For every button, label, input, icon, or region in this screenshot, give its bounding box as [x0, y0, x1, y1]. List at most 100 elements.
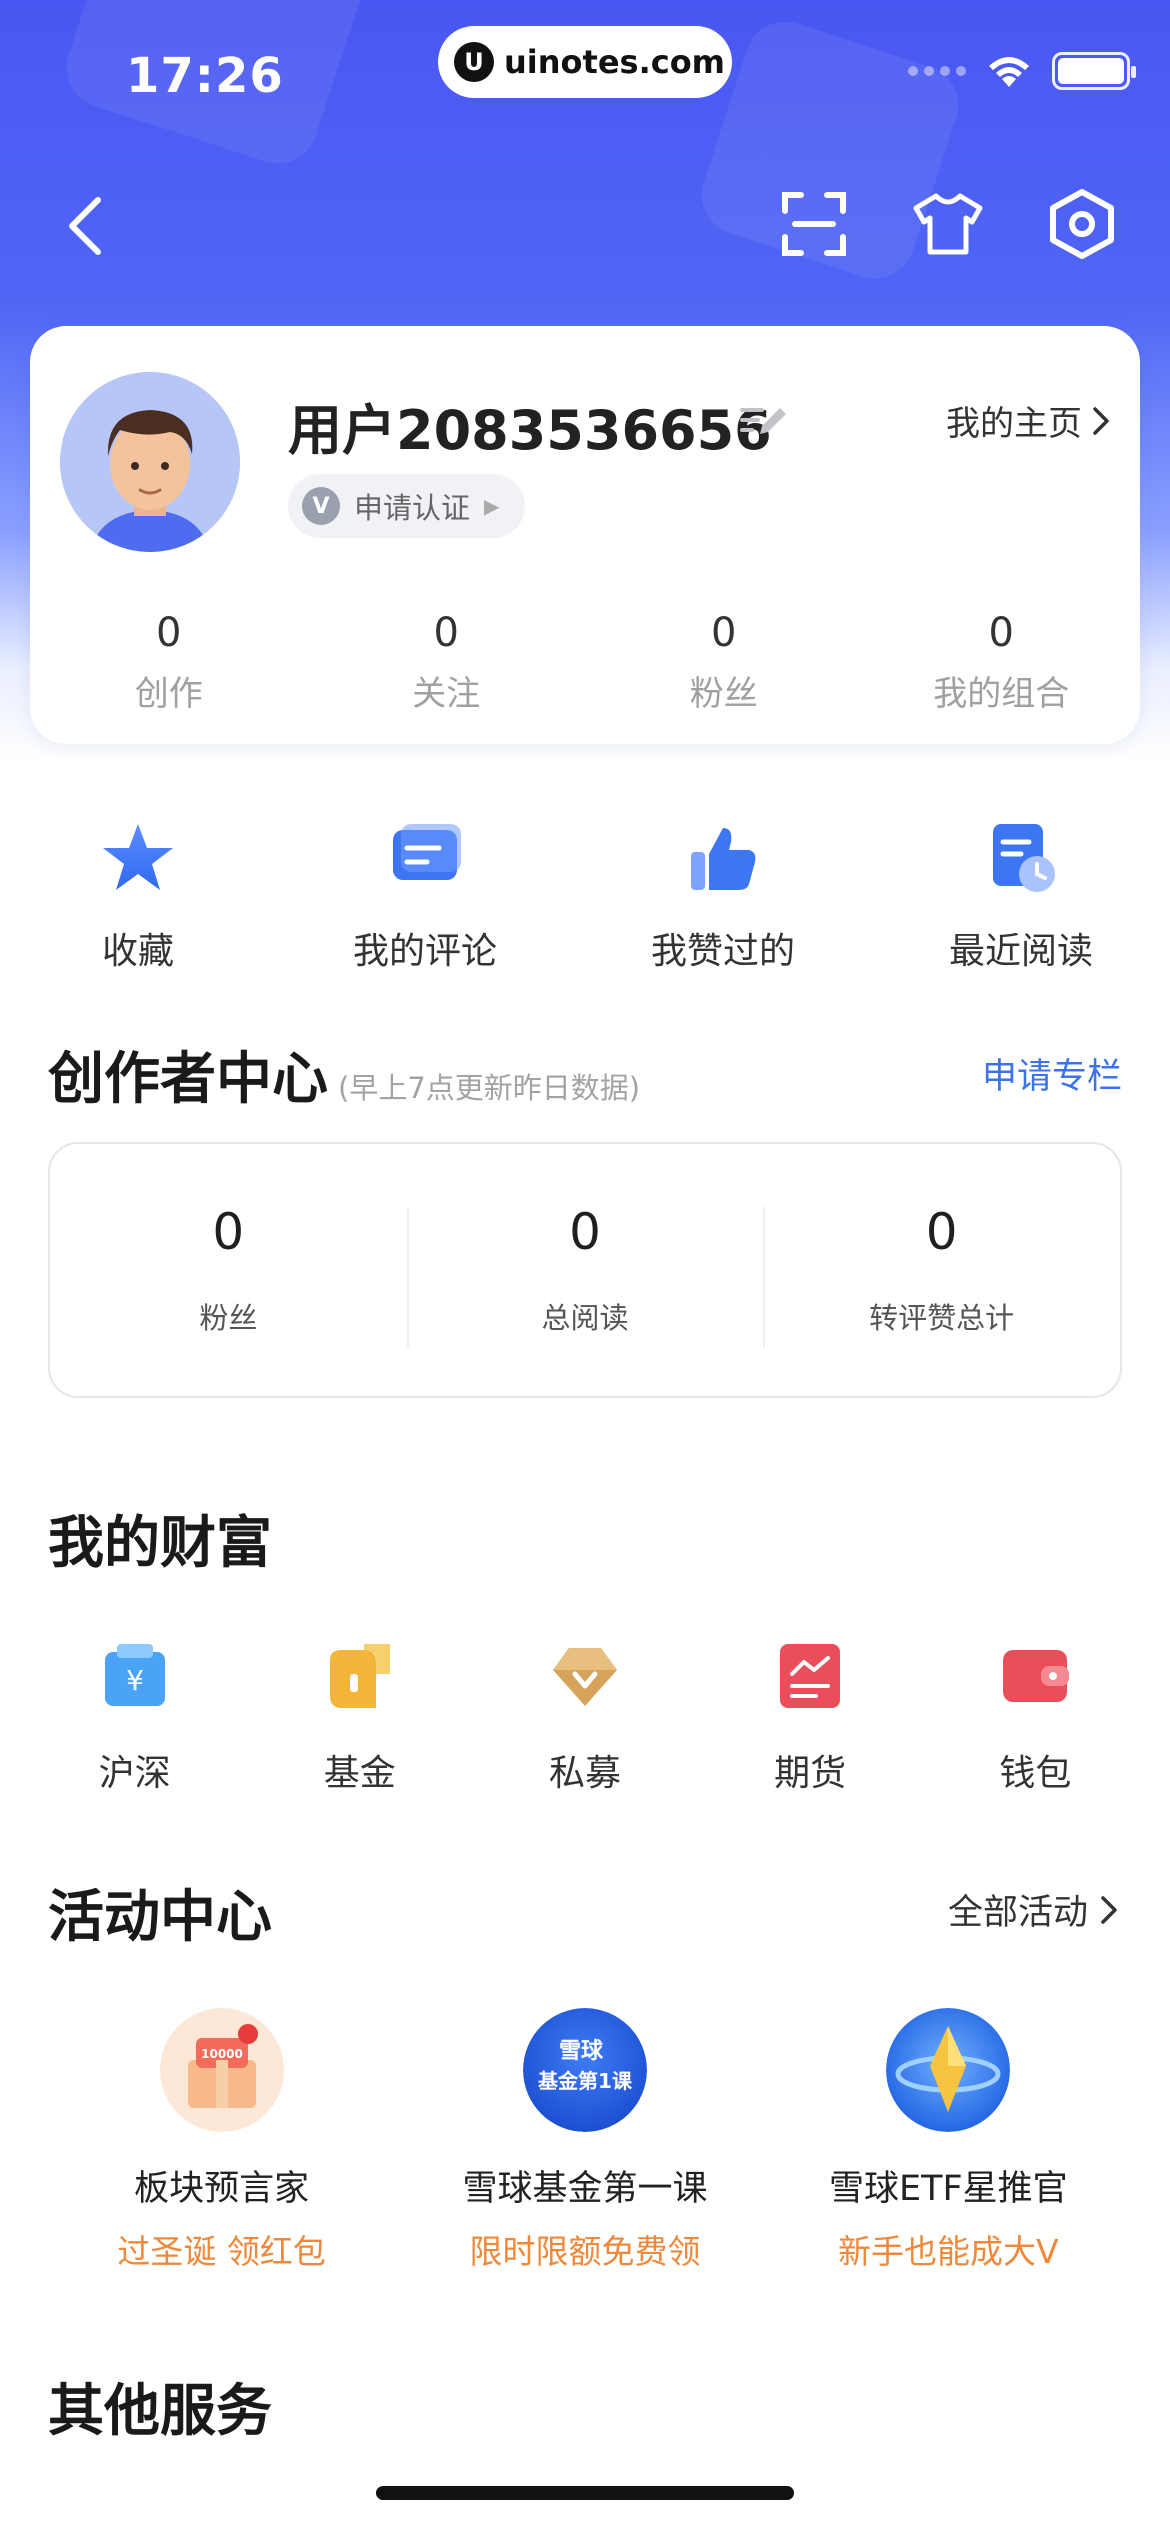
apply-verification-label: 申请认证 — [354, 491, 471, 525]
creator-stat-value: 0 — [569, 1203, 601, 1261]
wealth-label: 沪深 — [98, 1753, 171, 1794]
activity-title: 雪球ETF星推官 — [828, 2169, 1068, 2209]
activity-title: 雪球基金第一课 — [462, 2169, 708, 2209]
creator-center-title: 创作者中心 (早上7点更新昨日数据) — [48, 1034, 640, 1115]
apply-column-link[interactable]: 申请专栏 — [982, 1048, 1122, 1099]
quick-liked[interactable]: 我赞过的 — [574, 820, 872, 974]
stat-value: 0 — [988, 610, 1014, 656]
wealth-wallet[interactable]: 钱包 — [935, 1640, 1135, 1796]
creator-stat-label: 粉丝 — [199, 1301, 258, 1335]
wifi-icon — [989, 57, 1029, 87]
stat-value: 0 — [433, 610, 459, 656]
edit-pencil-icon[interactable] — [738, 400, 788, 440]
quick-label: 我的评论 — [352, 931, 497, 972]
activity-title: 板块预言家 — [134, 2169, 310, 2209]
activity-subtitle: 过圣诞 领红包 — [117, 2232, 326, 2271]
fund-icon — [329, 1644, 390, 1708]
profile-card: 用户2083536656 我的主页 V 申请认证 ▶ 0 创作 0 关注 0 粉… — [30, 326, 1140, 744]
wealth-label: 钱包 — [999, 1753, 1072, 1794]
wealth-items: ¥ 沪深 基金 私募 期货 钱包 — [0, 1640, 1170, 1796]
wealth-private-fund[interactable]: 私募 — [485, 1640, 685, 1796]
activity-image-text: 雪球 — [559, 2039, 604, 2064]
quick-recent-read[interactable]: 最近阅读 — [872, 820, 1170, 974]
theme-shirt-icon[interactable] — [912, 188, 984, 260]
stat-label: 我的组合 — [933, 674, 1070, 714]
creator-stat-value: 0 — [212, 1203, 245, 1261]
all-activities-link[interactable]: 全部活动 — [948, 1884, 1118, 1935]
quick-favorites[interactable]: 收藏 — [0, 820, 276, 974]
quick-label: 收藏 — [101, 931, 174, 972]
scan-icon[interactable] — [778, 188, 850, 260]
uinotes-logo-icon: U — [454, 42, 494, 82]
stat-value: 0 — [156, 610, 182, 656]
settings-gear-icon[interactable] — [1046, 188, 1118, 260]
yuan-bag-icon: ¥ — [104, 1644, 165, 1706]
profile-stats: 0 创作 0 关注 0 粉丝 0 我的组合 — [30, 610, 1140, 715]
comment-icon — [393, 824, 461, 880]
activity-fund-lesson-image: 雪球 基金第1课 — [522, 2008, 647, 2132]
stat-followers[interactable]: 0 粉丝 — [585, 610, 863, 715]
creator-stat-total-reads[interactable]: 0 总阅读 — [406, 1203, 764, 1347]
futures-chart-icon — [780, 1644, 841, 1708]
stat-value: 0 — [711, 610, 737, 656]
creator-stats-box: 0 粉丝 0 总阅读 0 转评赞总计 — [48, 1142, 1122, 1398]
status-indicators — [908, 52, 1136, 90]
quick-my-comments[interactable]: 我的评论 — [276, 820, 574, 974]
activity-gift-image: 10000 — [159, 2008, 284, 2132]
triangle-right-icon: ▶ — [484, 494, 500, 518]
home-indicator[interactable] — [376, 2486, 794, 2500]
wealth-label: 期货 — [774, 1753, 847, 1794]
apply-verification-button[interactable]: V 申请认证 ▶ — [288, 474, 526, 538]
url-pill: U uinotes.com — [438, 26, 732, 98]
battery-icon — [1052, 52, 1136, 90]
my-homepage-label: 我的主页 — [946, 404, 1082, 444]
creator-center-subtitle: (早上7点更新昨日数据) — [338, 1071, 641, 1105]
activity-subtitle: 限时限额免费领 — [469, 2232, 701, 2271]
activity-image-text: 基金第1课 — [538, 2069, 633, 2093]
activity-fund-first-lesson[interactable]: 雪球 基金第1课 雪球基金第一课 限时限额免费领 — [415, 2008, 755, 2273]
diamond-icon — [552, 1648, 617, 1706]
activity-etf-image — [886, 2008, 1011, 2132]
star-icon — [103, 824, 173, 890]
avatar[interactable] — [60, 372, 240, 552]
nav-actions — [778, 188, 1118, 260]
wealth-label: 私募 — [548, 1753, 621, 1794]
other-services-title: 其他服务 — [48, 2379, 272, 2444]
creator-stat-engagement[interactable]: 0 转评赞总计 — [763, 1203, 1120, 1347]
wealth-label: 基金 — [323, 1753, 396, 1794]
activity-subtitle: 新手也能成大V — [838, 2232, 1059, 2271]
creator-stat-fans[interactable]: 0 粉丝 — [50, 1203, 407, 1337]
creator-stat-value: 0 — [925, 1203, 958, 1261]
wealth-a-shares[interactable]: ¥ 沪深 — [35, 1640, 235, 1796]
wealth-futures[interactable]: 期货 — [710, 1640, 910, 1796]
back-arrow-icon[interactable] — [58, 190, 114, 262]
creator-stat-label: 总阅读 — [541, 1301, 629, 1335]
activity-etf-star[interactable]: 雪球ETF星推官 新手也能成大V — [778, 2008, 1118, 2273]
yuan-glyph: ¥ — [126, 1664, 144, 1697]
verify-v-icon: V — [302, 487, 340, 525]
quick-label: 我赞过的 — [650, 931, 795, 972]
activity-items: 10000 板块预言家 过圣诞 领红包 雪球 基金第1课 雪球基金第一课 限时限… — [0, 2008, 1170, 2273]
activity-image-text: 10000 — [201, 2047, 243, 2061]
quick-label: 最近阅读 — [948, 931, 1093, 972]
stat-following[interactable]: 0 关注 — [308, 610, 586, 715]
wealth-funds[interactable]: 基金 — [260, 1640, 460, 1796]
creator-center-heading: 创作者中心 — [48, 1047, 328, 1112]
wealth-title: 我的财富 — [48, 1511, 272, 1576]
stat-label: 关注 — [412, 674, 481, 714]
recent-read-icon — [993, 824, 1055, 892]
stat-label: 粉丝 — [689, 674, 758, 714]
chevron-right-icon — [1101, 1895, 1117, 1924]
stat-portfolios[interactable]: 0 我的组合 — [863, 610, 1141, 715]
stat-creations[interactable]: 0 创作 — [30, 610, 308, 715]
my-homepage-link[interactable]: 我的主页 — [946, 396, 1110, 445]
wallet-icon — [1003, 1650, 1070, 1702]
status-time: 17:26 — [126, 48, 284, 104]
thumbs-up-icon — [691, 828, 756, 890]
activity-sector-prophet[interactable]: 10000 板块预言家 过圣诞 领红包 — [52, 2008, 392, 2273]
stat-label: 创作 — [134, 674, 203, 714]
quick-actions: 收藏 我的评论 我赞过的 最近阅读 — [0, 820, 1170, 974]
username: 用户2083536656 — [288, 399, 772, 462]
url-text: uinotes.com — [504, 43, 726, 81]
creator-stat-label: 转评赞总计 — [869, 1301, 1015, 1335]
